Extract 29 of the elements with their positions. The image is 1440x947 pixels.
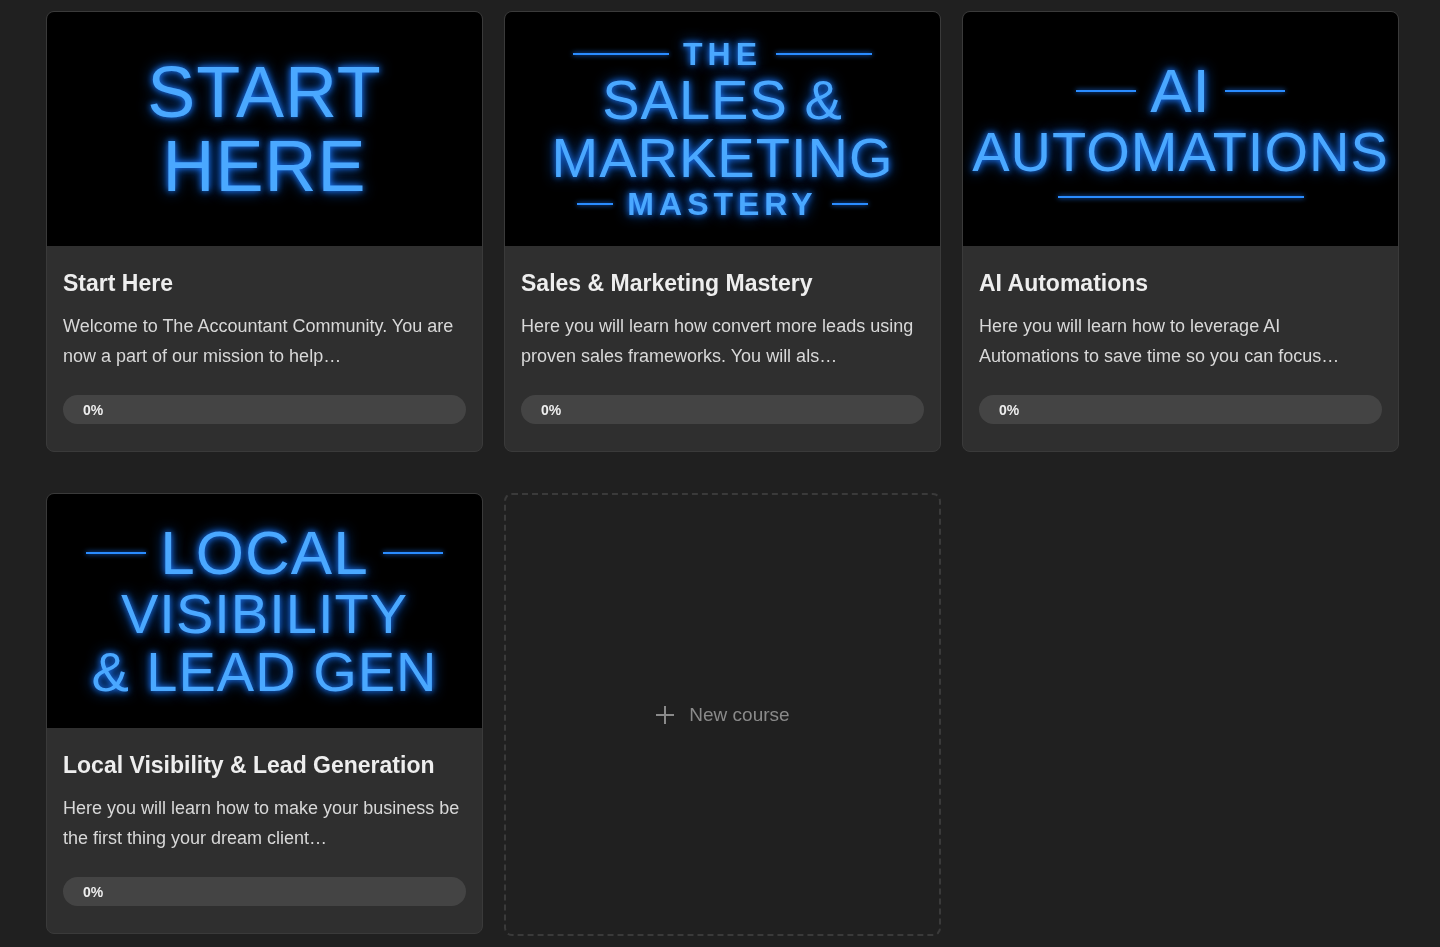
cover-title: MASTERY bbox=[627, 188, 818, 220]
course-title: Start Here bbox=[63, 270, 174, 297]
course-card[interactable]: LOCAL VISIBILITY & LEAD GEN Local Visibility & Lead Generation Here you will learn how to make your business be the first thing your dream client… 0% bbox=[46, 493, 483, 934]
cover-title: & LEAD GEN bbox=[91, 644, 438, 700]
course-description: Here you will learn how to make your business be the first thing your dream client… bbox=[63, 797, 461, 850]
cover-title: AI bbox=[1150, 60, 1211, 122]
course-title: Local Visibility & Lead Generation bbox=[63, 752, 436, 779]
cover-title: THE bbox=[683, 38, 762, 70]
course-description: Here you will learn how convert more leads using proven sales frameworks. You will als… bbox=[521, 315, 915, 368]
cover-title: LOCAL bbox=[160, 522, 369, 584]
cover-title: MARKETING bbox=[551, 130, 894, 186]
course-card[interactable]: START HERE Start Here Welcome to The Accountant Community. You are now a part of our mission to help… 0% bbox=[46, 11, 483, 452]
new-course-button[interactable]: New course bbox=[504, 493, 941, 936]
course-title: AI Automations bbox=[979, 270, 1150, 297]
cover-title: START bbox=[147, 56, 382, 128]
cover-title: AUTOMATIONS bbox=[972, 124, 1389, 180]
progress-label: 0% bbox=[83, 402, 104, 418]
cover-title: HERE bbox=[162, 130, 367, 202]
progress-label: 0% bbox=[999, 402, 1020, 418]
course-description: Here you will learn how to leverage AI Automations to save time so you can focus… bbox=[979, 315, 1341, 368]
progress-label: 0% bbox=[83, 884, 104, 900]
course-card[interactable]: AI AUTOMATIONS AI Automations Here you will learn how to leverage AI Automations to save time so you can focus… 0% bbox=[962, 11, 1399, 452]
plus-icon bbox=[655, 704, 676, 725]
course-title: Sales & Marketing Mastery bbox=[521, 270, 814, 297]
course-card[interactable]: THE SALES & MARKETING MASTERY Sales & Marketing Mastery Here you will learn how convert more leads using proven sales frameworks. You will als… 0% bbox=[504, 11, 941, 452]
cover-title: SALES & bbox=[602, 72, 843, 128]
course-description: Welcome to The Accountant Community. You are now a part of our mission to help… bbox=[63, 315, 455, 368]
progress-label: 0% bbox=[541, 402, 562, 418]
cover-title: VISIBILITY bbox=[121, 586, 408, 642]
